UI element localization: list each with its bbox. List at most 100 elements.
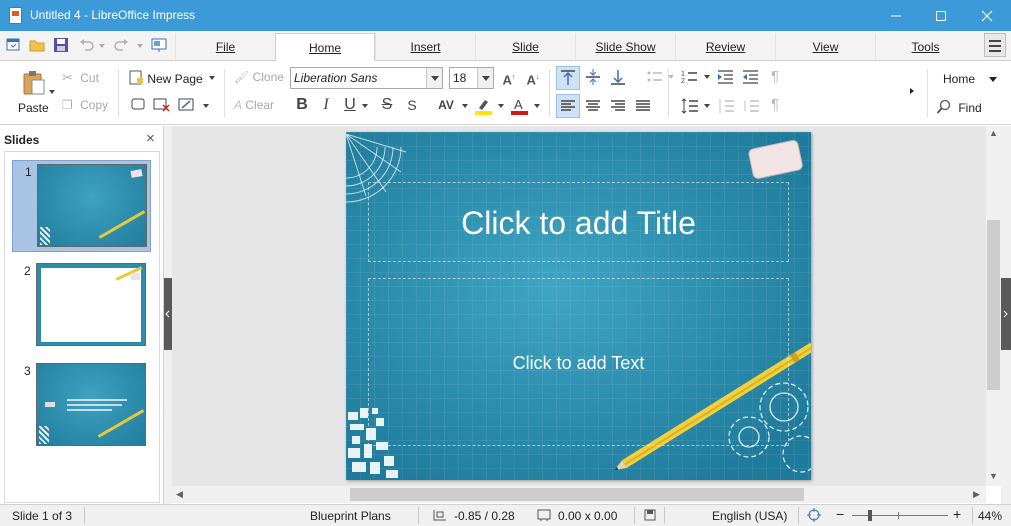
horizontal-scrollbar[interactable]: ◀ ▶ [172,486,986,503]
undo-dropdown-icon[interactable] [99,44,105,48]
new-document-button[interactable] [4,36,22,54]
highlight-dropdown-icon[interactable] [498,104,504,108]
align-center-button[interactable] [583,96,603,119]
clear-formatting-button[interactable]: A Clear [234,98,274,112]
master-slide-name[interactable]: Blueprint Plans [310,509,391,523]
character-spacing-icon[interactable]: AV [437,96,455,114]
collapse-sidebar-handle[interactable] [1001,278,1011,350]
font-size-dropdown-icon[interactable] [477,68,493,88]
delete-page-button[interactable] [153,97,171,116]
font-name-dropdown-icon[interactable] [426,68,442,88]
zoom-out-button[interactable]: − [836,506,844,522]
spacing-dropdown-icon[interactable] [462,104,468,108]
numbered-list-dropdown-icon[interactable] [704,75,710,79]
horizontal-scroll-thumb[interactable] [350,488,804,501]
zoom-slider-track[interactable] [852,515,948,516]
zoom-level[interactable]: 44% [978,509,1002,523]
underline-icon[interactable]: U [341,96,359,114]
font-size-combo[interactable]: 18 [449,67,494,89]
underline-dropdown-icon[interactable] [362,104,368,108]
language-indicator[interactable]: English (USA) [712,509,787,523]
slide-thumbnail-3[interactable]: 3 [12,360,151,452]
justify-button[interactable] [633,96,653,119]
collapse-slides-pane-handle[interactable] [164,278,172,350]
fit-slide-icon[interactable] [806,507,822,523]
tab-home[interactable]: Home [275,33,375,62]
vertical-scrollbar[interactable]: ▲ ▼ [986,126,1001,486]
hamburger-menu-button[interactable] [984,33,1006,57]
object-size: 0.00 x 0.00 [558,509,618,523]
find-button[interactable]: Find [936,99,982,115]
tab-insert[interactable]: Insert [375,33,475,61]
align-right-button[interactable] [608,96,628,119]
layout-dropdown-icon[interactable] [203,104,209,108]
shadow-icon[interactable]: S [403,96,421,114]
more-options-arrow-icon[interactable] [910,88,914,94]
tab-review[interactable]: Review [675,33,775,61]
document-modified-icon[interactable] [643,508,657,522]
left-collapse-strip [164,126,172,505]
home-menu-dropdown-icon[interactable] [989,77,997,82]
new-page-button[interactable]: New Page [128,70,203,86]
decrease-font-size-icon[interactable]: A↓ [524,69,542,87]
font-name-combo[interactable]: Liberation Sans [290,67,443,89]
increase-font-size-icon[interactable]: A↑ [500,69,518,87]
line-spacing-dropdown-icon[interactable] [704,104,710,108]
decrease-indent-button[interactable] [741,68,761,89]
tab-slide-show[interactable]: Slide Show [575,33,675,61]
copy-button[interactable]: ❐ Copy [62,98,108,112]
minimize-button[interactable] [873,0,919,31]
scroll-left-icon[interactable]: ◀ [176,489,183,500]
cut-button[interactable]: ✂ Cut [62,70,99,86]
toggle-unordered-list-button[interactable] [645,68,665,89]
close-button[interactable] [964,0,1010,31]
tab-slide[interactable]: Slide [475,33,575,61]
undo-button[interactable] [78,36,96,54]
scroll-right-icon[interactable]: ▶ [973,489,980,500]
paste-button[interactable]: Paste [18,67,55,121]
scroll-down-icon[interactable]: ▼ [989,471,998,481]
tab-tools[interactable]: Tools [875,33,975,61]
decrease-paragraph-spacing-button[interactable] [741,96,761,119]
strikethrough-icon[interactable]: S [378,96,396,114]
slide-thumbnail-2[interactable]: 2 [12,260,151,352]
zoom-slider-handle[interactable] [868,510,872,521]
line-spacing-button[interactable] [680,96,700,119]
vertical-scroll-thumb[interactable] [987,220,1000,390]
bullet-list-dropdown-icon[interactable] [668,75,674,79]
tab-file[interactable]: File [175,33,275,61]
new-page-dropdown-icon[interactable] [209,76,215,80]
save-button[interactable] [52,36,70,54]
increase-paragraph-spacing-button[interactable] [716,96,736,119]
toggle-ordered-list-button[interactable]: 12 [680,68,700,89]
slide-layout-button[interactable] [178,97,196,116]
highlight-color-button[interactable] [474,96,494,116]
zoom-in-button[interactable]: + [953,506,961,522]
maximize-button[interactable] [918,0,964,31]
increase-indent-button[interactable] [716,68,736,89]
redo-dropdown-icon[interactable] [137,44,143,48]
formatting-marks-icon[interactable]: ¶ [766,68,784,86]
bold-icon[interactable]: B [293,96,311,114]
center-vertically-button[interactable] [583,67,603,90]
title-placeholder[interactable]: Click to add Title [368,182,789,262]
align-left-button[interactable] [556,94,580,118]
italic-icon[interactable]: I [317,96,335,114]
slides-pane-title: Slides [4,133,40,147]
tab-view[interactable]: View [775,33,875,61]
open-button[interactable] [28,36,46,54]
close-slides-pane-button[interactable]: × [146,130,155,147]
home-menu-button[interactable]: Home [943,72,975,86]
shape-rectangle-button[interactable] [130,97,148,116]
redo-button[interactable] [112,36,130,54]
clone-formatting-button[interactable]: 🖌 Clone [234,70,284,84]
start-slideshow-button[interactable] [150,36,168,54]
align-bottom-button[interactable] [608,67,628,90]
font-color-button[interactable]: A [510,96,530,116]
content-placeholder[interactable]: Click to add Text [368,278,789,446]
font-color-dropdown-icon[interactable] [534,104,540,108]
paragraph-direction-icon[interactable]: ¶ [766,96,784,114]
scroll-up-icon[interactable]: ▲ [989,128,998,138]
slide-thumbnail-1[interactable]: 1 [12,160,151,252]
align-top-button[interactable] [556,66,580,90]
